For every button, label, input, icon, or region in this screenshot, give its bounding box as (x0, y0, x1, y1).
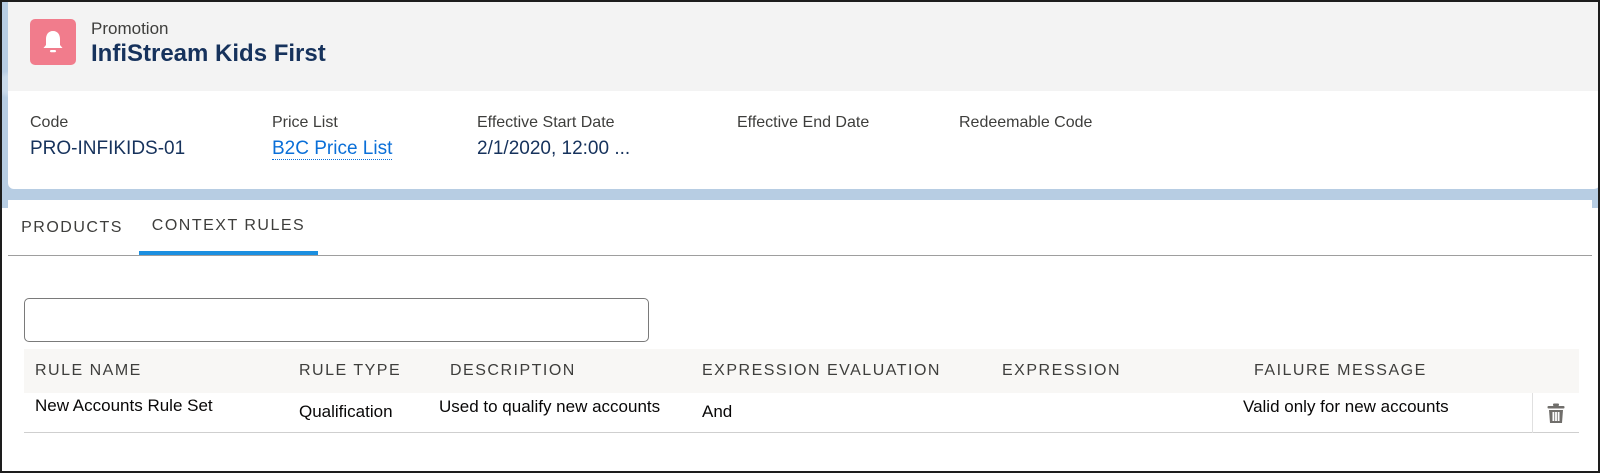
field-code: Code PRO-INFIKIDS-01 (30, 114, 185, 160)
field-value: PRO-INFIKIDS-01 (30, 138, 186, 159)
column-header-expression-evaluation[interactable]: EXPRESSION EVALUATION (702, 349, 941, 393)
tab-products[interactable]: PRODUCTS (8, 200, 136, 255)
column-header-description[interactable]: DESCRIPTION (450, 349, 576, 393)
tab-context-rules[interactable]: CONTEXT RULES (139, 200, 318, 255)
cell-rule-name: New Accounts Rule Set (35, 396, 213, 415)
record-header: Promotion InfiStream Kids First Code PRO… (8, 2, 1598, 189)
price-list-link[interactable]: B2C Price List (272, 138, 393, 160)
search-input[interactable] (24, 298, 649, 342)
table-header: RULE NAME RULE TYPE DESCRIPTION EXPRESSI… (24, 349, 1579, 393)
cell-expression-evaluation: And (702, 402, 733, 421)
bell-icon (30, 19, 76, 65)
column-header-rule-name[interactable]: RULE NAME (35, 349, 142, 393)
field-label: Redeemable Code (959, 114, 1093, 131)
field-label: Price List (272, 114, 338, 131)
highlights-panel: Code PRO-INFIKIDS-01 Price List B2C Pric… (8, 91, 1598, 189)
field-price-list: Price List B2C Price List (272, 114, 393, 160)
delete-row-button[interactable] (1532, 393, 1579, 433)
trash-icon (1547, 403, 1565, 423)
field-label: Effective End Date (737, 114, 870, 131)
cell-description: Used to qualify new accounts (439, 397, 661, 416)
field-value: B2C Price List (272, 138, 393, 160)
table-row: New Accounts Rule Set Qualification Used… (24, 393, 1579, 433)
column-header-expression[interactable]: EXPRESSION (1002, 349, 1121, 393)
field-effective-end-date: Effective End Date (737, 114, 869, 138)
cell-failure-message: Valid only for new accounts (1243, 397, 1449, 416)
tab-content: RULE NAME RULE TYPE DESCRIPTION EXPRESSI… (8, 256, 1596, 471)
object-label: Promotion (91, 19, 169, 38)
field-label: Effective Start Date (477, 114, 615, 131)
app-frame: Promotion InfiStream Kids First Code PRO… (0, 0, 1600, 473)
cell-rule-type: Qualification (299, 402, 393, 421)
field-redeemable-code: Redeemable Code (959, 114, 1092, 138)
record-header-top: Promotion InfiStream Kids First (8, 2, 1598, 91)
column-header-failure-message[interactable]: FAILURE MESSAGE (1254, 349, 1427, 393)
field-value: 2/1/2020, 12:00 ... (477, 138, 631, 159)
context-rules-table: RULE NAME RULE TYPE DESCRIPTION EXPRESSI… (24, 349, 1579, 433)
record-title: InfiStream Kids First (91, 40, 326, 67)
field-label: Code (30, 114, 69, 131)
field-effective-start-date: Effective Start Date 2/1/2020, 12:00 ... (477, 114, 630, 160)
tab-bar: PRODUCTS CONTEXT RULES (8, 200, 1592, 256)
column-header-rule-type[interactable]: RULE TYPE (299, 349, 401, 393)
